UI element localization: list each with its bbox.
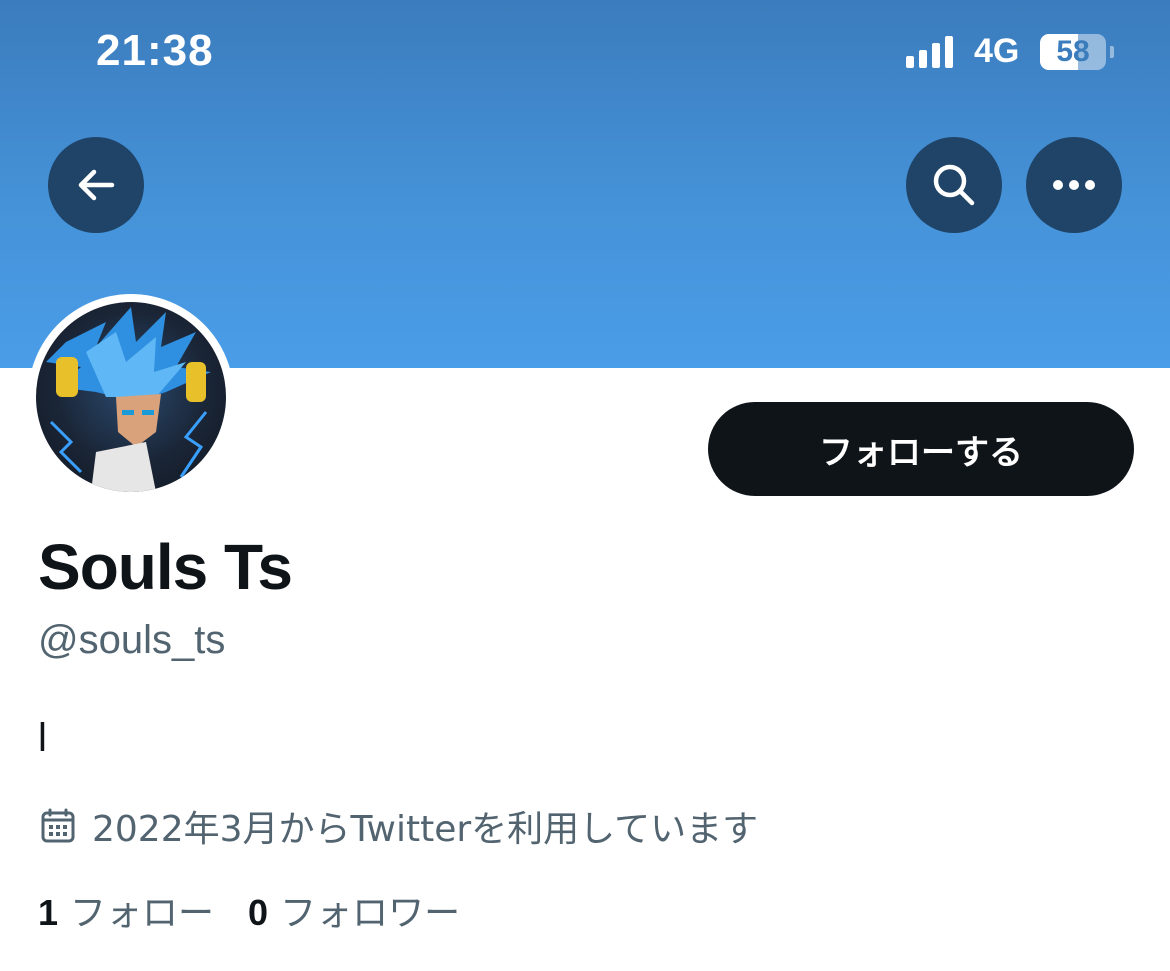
back-button[interactable] xyxy=(48,137,144,233)
following-link[interactable]: 1 フォロー xyxy=(38,884,214,936)
profile-bio: l xyxy=(38,716,47,760)
battery-icon: 58 xyxy=(1040,34,1106,70)
follow-button[interactable]: フォローする xyxy=(708,402,1134,496)
profile-avatar[interactable] xyxy=(28,294,234,500)
profile-handle: @souls_ts xyxy=(38,618,226,662)
join-date-text: 2022年3月からTwitterを利用しています xyxy=(92,809,759,850)
avatar-image xyxy=(36,302,226,492)
battery-percent: 58 xyxy=(1056,35,1090,68)
search-button[interactable] xyxy=(906,137,1002,233)
follow-stats: 1 フォロー 0 フォロワー xyxy=(38,884,460,936)
status-time: 21:38 xyxy=(96,26,214,75)
battery-nub xyxy=(1110,46,1114,58)
followers-label: フォロワー xyxy=(280,893,461,934)
join-date: 2022年3月からTwitterを利用しています xyxy=(40,800,758,852)
following-count: 1 xyxy=(38,892,59,933)
network-type: 4G xyxy=(974,32,1020,70)
more-horizontal-icon xyxy=(1053,180,1095,190)
followers-count: 0 xyxy=(248,892,269,933)
search-icon xyxy=(933,164,975,206)
following-label: フォロー xyxy=(70,893,215,934)
followers-link[interactable]: 0 フォロワー xyxy=(248,884,460,936)
anime-character-avatar-icon xyxy=(46,307,211,492)
profile-display-name: Souls Ts xyxy=(38,531,293,603)
more-button[interactable] xyxy=(1026,137,1122,233)
cellular-signal-icon xyxy=(906,36,953,68)
arrow-left-icon xyxy=(78,169,115,201)
calendar-icon xyxy=(41,808,75,843)
